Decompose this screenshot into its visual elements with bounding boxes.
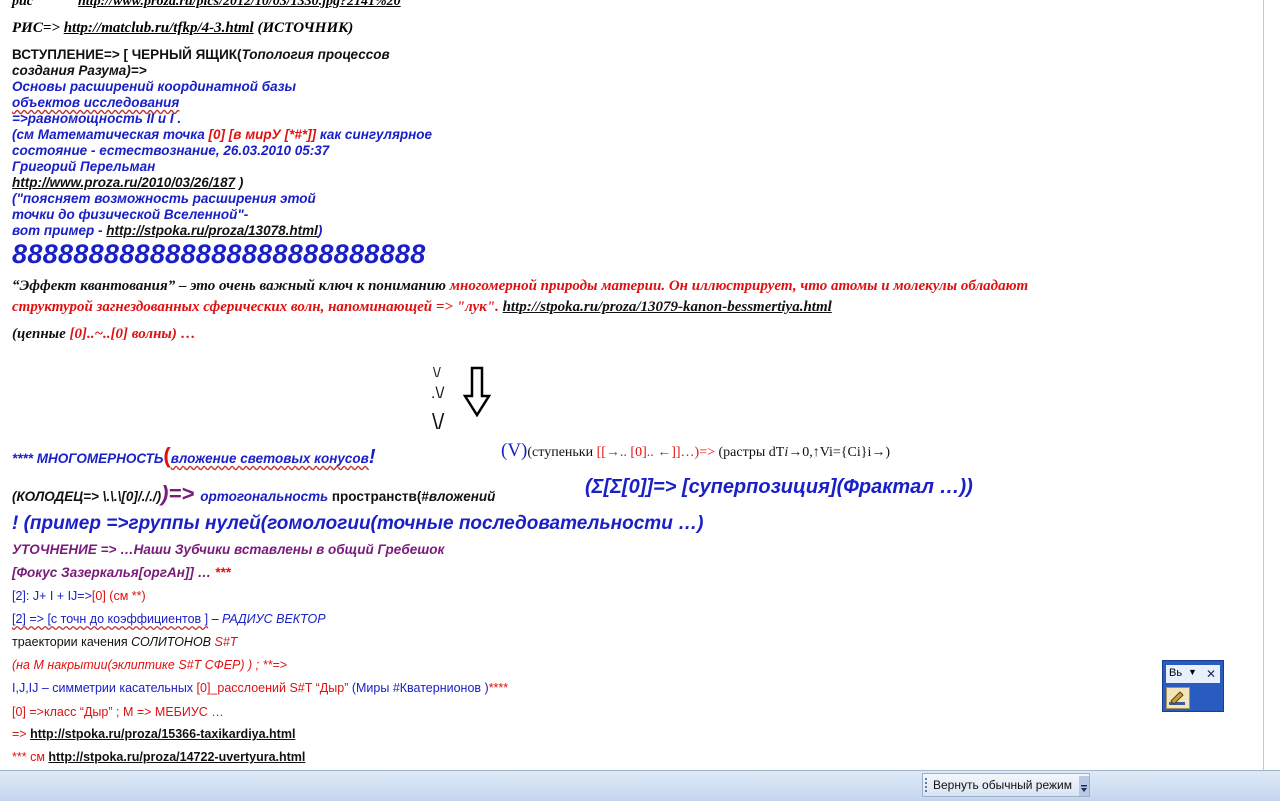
uvertyura-link[interactable]: http://stpoka.ru/proza/14722-uvertyura.h…	[48, 750, 305, 764]
class-line: [0] =>класс “Дыр” ; М => МЕБИУС …	[12, 705, 224, 719]
link2-line: *** см http://stpoka.ru/proza/14722-uver…	[12, 750, 306, 764]
trajectory-line: траектории качения СОЛИТОНОВ S#T	[12, 635, 238, 649]
ris-label: рис	[12, 0, 33, 9]
document-page[interactable]: рис http://www.proza.ru/pics/2012/10/03/…	[0, 0, 1272, 770]
format-painter-button[interactable]	[1166, 687, 1190, 709]
source-line: РИС=> http://matclub.ru/tfkp/4-3.html (И…	[12, 20, 353, 37]
focus-line: [Фокус Зазеркалья[оргАн]] … ***	[12, 565, 231, 580]
link1-line: => http://stpoka.ru/proza/15366-taxikard…	[12, 727, 296, 741]
down-arrow-icon	[463, 366, 491, 418]
chevron-down-icon: ▼	[1188, 667, 1197, 677]
restore-normal-mode-button[interactable]: Вернуть обычный режим	[922, 773, 1090, 797]
multi-line: **** МНОГОМЕРНОСТЬ(вложение световых кон…	[12, 443, 376, 468]
dropdown-arrow-icon	[1081, 785, 1087, 792]
author-name: Григорий Перельман	[12, 159, 156, 174]
example-url-line: вот пример - http://stpoka.ru/proza/1307…	[12, 223, 323, 238]
v-steps-line: (V)(ступеньки [[→.. [0].. ←]]…)=> (растр…	[501, 440, 891, 461]
grip-handle	[925, 778, 929, 792]
intro-line-1: ВСТУПЛЕНИЕ=> [ ЧЕРНЫЙ ЯЩИК(Топология про…	[12, 47, 390, 62]
quote-line-2: точки до физической Вселенной"-	[12, 207, 249, 222]
ris-link[interactable]: http://www.proza.ru/pics/2012/10/03/1330…	[78, 0, 401, 9]
see-line: (см Математическая точка [0] [в мирУ [*#…	[12, 127, 433, 142]
refine-line: УТОЧНЕНИЕ => …Наши Зубчики вставлены в о…	[12, 542, 445, 557]
coef-line: [2] => [с точн до коэффициентов ] – РАДИ…	[12, 612, 326, 626]
restore-label: Вернуть обычный режим	[933, 778, 1072, 792]
brush-icon	[1169, 691, 1185, 705]
effect-link[interactable]: http://stpoka.ru/proza/13079-kanon-bessm…	[503, 299, 832, 315]
author-link[interactable]: http://www.proza.ru/2010/03/26/187	[12, 175, 235, 190]
sigma-line: (Σ[Σ[0]]=> [суперпозиция](Фрактал …))	[585, 476, 973, 498]
restore-dropdown[interactable]	[1079, 776, 1089, 796]
source-link[interactable]: http://matclub.ru/tfkp/4-3.html	[64, 20, 254, 36]
blue-line-3: =>равномощность II и I .	[12, 111, 182, 126]
state-line: состояние - естествознание, 26.03.2010 0…	[12, 143, 330, 158]
glyph-3: \/	[432, 409, 445, 434]
close-icon[interactable]: ✕	[1205, 665, 1217, 683]
homology-line: ! (пример =>группы нулей(гомологии(точны…	[12, 513, 704, 534]
author-url-line: http://www.proza.ru/2010/03/26/187 )	[12, 175, 244, 190]
equation-line: [2]: J+ I + IJ=>[0] (см **)	[12, 589, 146, 603]
mini-formatting-toolbar: Вь ▼ ✕	[1162, 660, 1224, 712]
ris-line: рис http://www.proza.ru/pics/2012/10/03/…	[12, 0, 401, 10]
example-link[interactable]: http://stpoka.ru/proza/13078.html	[106, 223, 318, 238]
style-dropdown[interactable]: Вь ▼ ✕	[1166, 665, 1220, 683]
intro-line-2: создания Разума)=>	[12, 63, 147, 78]
vertical-scrollbar[interactable]	[1263, 0, 1272, 770]
blue-line-2: объектов исследования	[12, 95, 180, 110]
glyph-1: \/	[433, 364, 441, 380]
quote-line-1: ("поясняет возможность расширения этой	[12, 191, 316, 206]
symmetry-line: I,J,IJ – симметрии касательных [0]_рассл…	[12, 681, 509, 695]
well-line: (КОЛОДЕЦ=> \.\.\[0]/././))=> ортогональн…	[12, 481, 496, 506]
eights-line: 888888888888888888888888888	[12, 239, 426, 269]
taxikardiya-link[interactable]: http://stpoka.ru/proza/15366-taxikardiya…	[30, 727, 295, 741]
source-suffix: (ИСТОЧНИК)	[257, 20, 354, 36]
effect-line-2: структурой загнездованных сферических во…	[12, 299, 832, 315]
glyph-2: .\/	[431, 385, 445, 402]
blue-line-1: Основы расширений координатной базы	[12, 79, 297, 94]
chain-line: (цепные [0]..~..[0] волны) …	[12, 326, 196, 342]
cover-line: (на М накрытии(эклиптике S#T СФЕР) ) ; *…	[12, 658, 287, 672]
effect-line-1: “Эффект квантования” – это очень важный …	[12, 278, 1029, 294]
style-label: Вь	[1169, 667, 1183, 679]
source-prefix: РИС=>	[12, 20, 60, 36]
